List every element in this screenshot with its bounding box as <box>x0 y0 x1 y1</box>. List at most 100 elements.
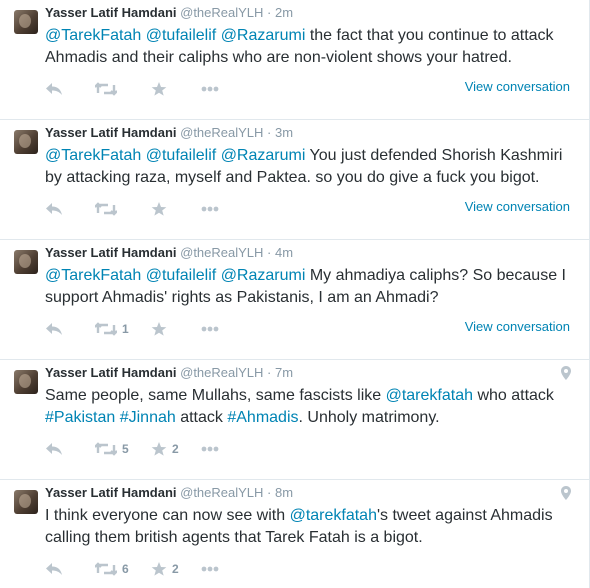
reply-icon <box>46 83 62 95</box>
mention-link[interactable]: @TarekFatah <box>45 27 141 44</box>
retweet-button[interactable]: 5 <box>95 439 129 459</box>
reply-icon <box>46 443 62 455</box>
more-icon <box>201 326 219 332</box>
tweet[interactable]: Yasser Latif Hamdani @theRealYLH · 7m Sa… <box>0 360 589 480</box>
avatar[interactable] <box>14 130 38 154</box>
mention-link[interactable]: @tarekfatah <box>290 507 377 524</box>
tweet-timestamp[interactable]: 4m <box>275 245 293 260</box>
more-button[interactable] <box>201 559 219 579</box>
reply-button[interactable] <box>45 439 63 459</box>
tweet-timestamp[interactable]: 2m <box>275 5 293 20</box>
reply-button[interactable] <box>45 319 63 339</box>
retweet-button[interactable] <box>95 199 122 219</box>
reply-icon <box>46 203 62 215</box>
hashtag-link[interactable]: #Jinnah <box>120 409 176 426</box>
reply-icon <box>46 323 62 335</box>
retweet-icon <box>95 442 117 456</box>
tweet[interactable]: Yasser Latif Hamdani @theRealYLH · 4m @T… <box>0 240 589 360</box>
tweet-timeline: Yasser Latif Hamdani @theRealYLH · 2m @T… <box>0 0 590 588</box>
tweet-username[interactable]: @theRealYLH <box>180 5 263 20</box>
star-icon <box>151 562 167 576</box>
more-button[interactable] <box>201 79 219 99</box>
more-icon <box>201 446 219 452</box>
avatar[interactable] <box>14 370 38 394</box>
more-icon <box>201 86 219 92</box>
tweet-username[interactable]: @theRealYLH <box>180 485 263 500</box>
retweet-count: 1 <box>122 322 129 336</box>
mention-link[interactable]: @TarekFatah <box>45 267 141 284</box>
tweet[interactable]: Yasser Latif Hamdani @theRealYLH · 8m I … <box>0 480 589 588</box>
mention-link[interactable]: @tufailelif <box>146 147 217 164</box>
more-icon <box>201 566 219 572</box>
mention-link[interactable]: @Razarumi <box>221 27 306 44</box>
tweet-text: @TarekFatah @tufailelif @Razarumi My ahm… <box>45 265 575 309</box>
mention-link[interactable]: @tarekfatah <box>386 387 473 404</box>
avatar[interactable] <box>14 250 38 274</box>
avatar[interactable] <box>14 10 38 34</box>
tweet-fullname[interactable]: Yasser Latif Hamdani <box>45 5 177 20</box>
tweet-username[interactable]: @theRealYLH <box>180 365 263 380</box>
tweet-text-fragment: who attack <box>473 387 554 404</box>
tweet-text-fragment: attack <box>175 409 228 426</box>
retweet-icon <box>95 562 117 576</box>
tweet-text: @TarekFatah @tufailelif @Razarumi You ju… <box>45 145 575 189</box>
favorite-button[interactable] <box>151 79 172 99</box>
tweet-header: Yasser Latif Hamdani @theRealYLH · 7m <box>45 365 293 380</box>
avatar[interactable] <box>14 490 38 514</box>
retweet-button[interactable]: 6 <box>95 559 129 579</box>
retweet-count: 6 <box>122 562 129 576</box>
location-pin-icon[interactable] <box>561 366 571 385</box>
more-button[interactable] <box>201 439 219 459</box>
star-icon <box>151 82 167 96</box>
more-button[interactable] <box>201 319 219 339</box>
mention-link[interactable]: @Razarumi <box>221 147 306 164</box>
view-conversation-link[interactable]: View conversation <box>465 79 570 94</box>
retweet-count: 5 <box>122 442 129 456</box>
mention-link[interactable]: @TarekFatah <box>45 147 141 164</box>
tweet-separator: · <box>267 5 272 20</box>
favorite-count: 2 <box>172 442 179 456</box>
hashtag-link[interactable]: #Ahmadis <box>227 409 298 426</box>
tweet-actions: 6 2 <box>45 559 575 579</box>
tweet-header: Yasser Latif Hamdani @theRealYLH · 8m <box>45 485 293 500</box>
reply-button[interactable] <box>45 199 63 219</box>
retweet-icon <box>95 82 117 96</box>
location-pin-icon[interactable] <box>561 486 571 505</box>
more-button[interactable] <box>201 199 219 219</box>
mention-link[interactable]: @tufailelif <box>146 267 217 284</box>
retweet-button[interactable] <box>95 79 122 99</box>
favorite-button[interactable]: 2 <box>151 439 179 459</box>
tweet-header: Yasser Latif Hamdani @theRealYLH · 4m <box>45 245 293 260</box>
tweet-fullname[interactable]: Yasser Latif Hamdani <box>45 245 177 260</box>
tweet-timestamp[interactable]: 7m <box>275 365 293 380</box>
tweet-timestamp[interactable]: 3m <box>275 125 293 140</box>
tweet-username[interactable]: @theRealYLH <box>180 245 263 260</box>
tweet-fullname[interactable]: Yasser Latif Hamdani <box>45 125 177 140</box>
reply-icon <box>46 563 62 575</box>
retweet-button[interactable]: 1 <box>95 319 129 339</box>
hashtag-link[interactable]: #Pakistan <box>45 409 115 426</box>
view-conversation-link[interactable]: View conversation <box>465 199 570 214</box>
reply-button[interactable] <box>45 559 63 579</box>
tweet-fullname[interactable]: Yasser Latif Hamdani <box>45 365 177 380</box>
favorite-count: 2 <box>172 562 179 576</box>
favorite-button[interactable] <box>151 199 172 219</box>
mention-link[interactable]: @Razarumi <box>221 267 306 284</box>
tweet-fullname[interactable]: Yasser Latif Hamdani <box>45 485 177 500</box>
tweet-separator: · <box>267 485 272 500</box>
view-conversation-link[interactable]: View conversation <box>465 319 570 334</box>
tweet[interactable]: Yasser Latif Hamdani @theRealYLH · 2m @T… <box>0 0 589 120</box>
tweet-text-fragment: . Unholy matrimony. <box>298 409 440 426</box>
tweet-actions: 5 2 <box>45 439 575 459</box>
tweet[interactable]: Yasser Latif Hamdani @theRealYLH · 3m @T… <box>0 120 589 240</box>
favorite-button[interactable]: 2 <box>151 559 179 579</box>
tweet-username[interactable]: @theRealYLH <box>180 125 263 140</box>
reply-button[interactable] <box>45 79 63 99</box>
tweet-header: Yasser Latif Hamdani @theRealYLH · 3m <box>45 125 293 140</box>
tweet-timestamp[interactable]: 8m <box>275 485 293 500</box>
tweet-separator: · <box>267 245 272 260</box>
mention-link[interactable]: @tufailelif <box>146 27 217 44</box>
tweet-separator: · <box>267 125 272 140</box>
tweet-text: @TarekFatah @tufailelif @Razarumi the fa… <box>45 25 575 69</box>
favorite-button[interactable] <box>151 319 172 339</box>
